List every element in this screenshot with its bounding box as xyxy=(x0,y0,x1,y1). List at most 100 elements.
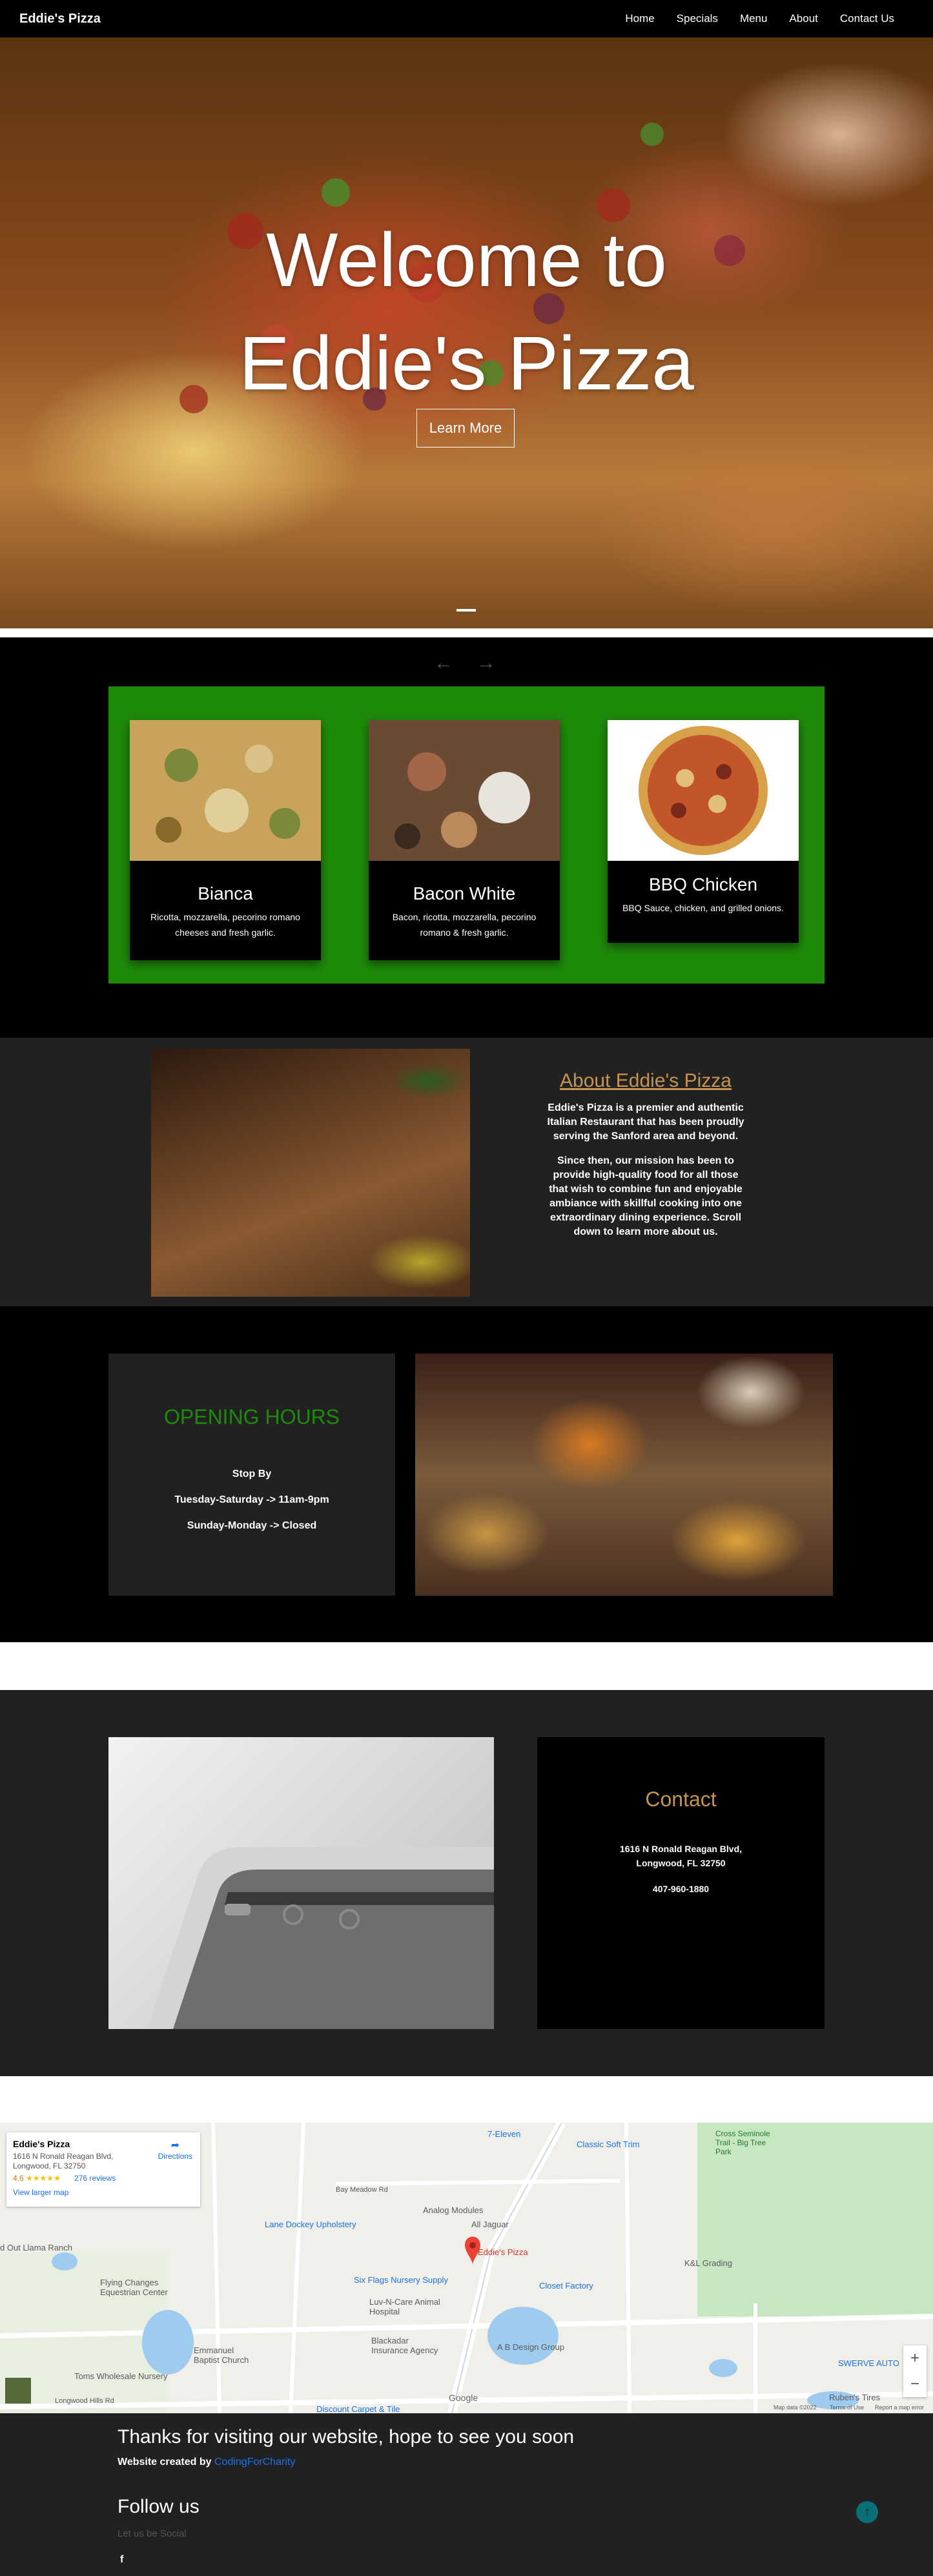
card-title: BBQ Chicken xyxy=(648,874,758,894)
specials-panel: Bianca Ricotta, mozzarella, pecorino rom… xyxy=(108,686,825,984)
map-place-address-2: Longwood, FL 32750 xyxy=(13,2161,86,2170)
map-label: Luv-N-Care Animal Hospital xyxy=(369,2297,440,2316)
section-divider xyxy=(0,1642,933,1690)
contact-box: Contact 1616 N Ronald Reagan Blvd, Longw… xyxy=(537,1737,825,2029)
bacon-white-pizza-image xyxy=(369,720,560,861)
nav-links: Home Specials Menu About Contact Us xyxy=(625,12,894,25)
rating-value: 4.6 xyxy=(13,2174,24,2183)
view-larger-map-link[interactable]: View larger map xyxy=(13,2188,194,2197)
card-desc: Bacon, ricotta, mozzarella, pecorino rom… xyxy=(392,912,537,938)
eddies-map-pin-label[interactable]: Eddie's Pizza xyxy=(478,2247,528,2257)
map-label: Toms Wholesale Nursery xyxy=(74,2371,168,2381)
about-section: About Eddie's Pizza Eddie's Pizza is a p… xyxy=(0,1038,933,1307)
map-label: Lane Dockey Upholstery xyxy=(265,2220,356,2229)
directions-label: Directions xyxy=(158,2152,192,2161)
nav-home[interactable]: Home xyxy=(625,12,654,25)
navbar: Eddie's Pizza Home Specials Menu About C… xyxy=(0,0,933,37)
map-zoom-controls: + − xyxy=(903,2345,927,2397)
map-label: Emmanuel Baptist Church xyxy=(194,2345,249,2365)
special-card-bbq-chicken[interactable]: BBQ Chicken BBQ Sauce, chicken, and gril… xyxy=(608,720,799,943)
special-card-bacon-white[interactable]: Bacon White Bacon, ricotta, mozzarella, … xyxy=(369,720,560,960)
back-to-top-icon[interactable]: ↑ xyxy=(856,2501,878,2523)
contact-address-1: 1616 N Ronald Reagan Blvd, xyxy=(619,1844,743,1854)
learn-more-button[interactable]: Learn More xyxy=(416,409,515,448)
map-label: Flying Changes Equestrian Center xyxy=(100,2278,168,2297)
map-place-card: Eddie's Pizza 1616 N Ronald Reagan Blvd,… xyxy=(6,2132,200,2207)
map-label: Discount Carpet & Tile xyxy=(316,2404,400,2413)
rating-stars-icon: ★★★★★ xyxy=(26,2174,61,2183)
map-label: SWERVE AUTO xyxy=(838,2358,899,2368)
directions-icon: ➦ xyxy=(170,2140,180,2151)
footer-thanks: Thanks for visiting our website, hope to… xyxy=(118,2426,575,2447)
map-label: 7-Eleven xyxy=(487,2129,521,2139)
map-label: All Jaguar xyxy=(471,2220,509,2229)
map-label: Cross Seminole Trail - Big Tree Park xyxy=(715,2129,770,2156)
map-place-rating: 4.6 ★★★★★ 276 reviews xyxy=(13,2174,194,2183)
contact-phone[interactable]: 407-960-1880 xyxy=(537,1882,825,1896)
footer-follow-title: Follow us xyxy=(118,2496,200,2517)
codingforcharity-link[interactable]: CodingForCharity xyxy=(214,2457,295,2468)
nav-menu[interactable]: Menu xyxy=(740,12,768,25)
hero-title: Welcome to Eddie's Pizza xyxy=(0,209,933,415)
hours-weekend: Sunday-Monday -> Closed xyxy=(187,1520,317,1531)
map-label: Bay Meadow Rd xyxy=(336,2186,388,2194)
hours-section: OPENING HOURS Stop By Tuesday-Saturday -… xyxy=(0,1306,933,1642)
hero-divider xyxy=(0,628,933,637)
hours-weekday: Tuesday-Saturday -> 11am-9pm xyxy=(174,1494,329,1505)
report-error-link[interactable]: Report a map error xyxy=(875,2404,924,2411)
zoom-in-icon[interactable]: + xyxy=(910,2349,919,2367)
carousel-controls: ← → xyxy=(434,652,496,674)
footer-credit: Website created by CodingForCharity xyxy=(118,2457,295,2468)
directions-button[interactable]: ➦ Directions xyxy=(158,2139,192,2161)
card-title: Bacon White xyxy=(413,883,516,903)
hero-section: Welcome to Eddie's Pizza Learn More xyxy=(0,37,933,628)
map-label: A B Design Group xyxy=(497,2342,565,2352)
about-paragraph-2: Since then, our mission has been to prov… xyxy=(549,1155,743,1237)
map-label: Analog Modules xyxy=(423,2205,484,2215)
bianca-pizza-image xyxy=(130,720,321,861)
map-label: Blackadar Insurance Agency xyxy=(371,2336,438,2355)
pasta-variety-image xyxy=(415,1354,833,1596)
contact-section: Contact 1616 N Ronald Reagan Blvd, Longw… xyxy=(0,1690,933,2076)
arrow-right-icon[interactable]: → xyxy=(477,652,496,674)
map-data-credit: Map data ©2022 xyxy=(774,2404,817,2411)
about-title: About Eddie's Pizza xyxy=(560,1070,732,1091)
map-label: Longwood Hills Rd xyxy=(55,2397,114,2405)
card-title: Bianca xyxy=(198,883,253,903)
arrow-left-icon[interactable]: ← xyxy=(434,652,453,674)
map-label: Closet Factory xyxy=(539,2281,593,2291)
hours-box: OPENING HOURS Stop By Tuesday-Saturday -… xyxy=(108,1354,395,1596)
pasta-board-image xyxy=(151,1049,470,1297)
map-label: Six Flags Nursery Supply xyxy=(354,2275,448,2285)
phone-illustration xyxy=(147,1847,494,2029)
hours-stop-by: Stop By xyxy=(232,1468,272,1479)
google-map[interactable]: Eddie's Pizza 1616 N Ronald Reagan Blvd,… xyxy=(0,2123,933,2413)
reviews-link[interactable]: 276 reviews xyxy=(74,2174,116,2183)
card-desc: BBQ Sauce, chicken, and grilled onions. xyxy=(622,903,784,913)
footer-social-subtitle: Let us be Social xyxy=(118,2528,187,2539)
hours-title: OPENING HOURS xyxy=(163,1405,340,1428)
special-card-bianca[interactable]: Bianca Ricotta, mozzarella, pecorino rom… xyxy=(130,720,321,960)
facebook-icon[interactable]: f xyxy=(120,2554,123,2566)
footer-credit-prefix: Website created by xyxy=(118,2457,214,2468)
about-paragraph-1: Eddie's Pizza is a premier and authentic… xyxy=(547,1102,744,1142)
terms-link[interactable]: Terms of Use xyxy=(830,2404,864,2411)
hero-title-line1: Welcome to xyxy=(266,218,667,303)
section-divider xyxy=(0,2076,933,2123)
nav-contact[interactable]: Contact Us xyxy=(840,12,894,25)
card-desc: Ricotta, mozzarella, pecorino romano che… xyxy=(150,912,300,938)
zoom-out-icon[interactable]: − xyxy=(910,2375,919,2393)
carousel-indicator[interactable] xyxy=(456,609,476,612)
nav-specials[interactable]: Specials xyxy=(677,12,718,25)
map-label: Classic Soft Trim xyxy=(577,2139,640,2149)
brand-logo[interactable]: Eddie's Pizza xyxy=(19,12,101,26)
bbq-chicken-pizza-image xyxy=(608,720,799,861)
contact-title: Contact xyxy=(645,1788,717,1811)
hero-title-line2: Eddie's Pizza xyxy=(239,321,694,406)
nav-about[interactable]: About xyxy=(789,12,817,25)
footer: Thanks for visiting our website, hope to… xyxy=(0,2413,933,2576)
contact-address-2: Longwood, FL 32750 xyxy=(636,1858,726,1868)
map-label: K&L Grading xyxy=(684,2258,732,2268)
google-logo: Google xyxy=(449,2393,478,2403)
map-label: d Out Llama Ranch xyxy=(0,2243,73,2252)
